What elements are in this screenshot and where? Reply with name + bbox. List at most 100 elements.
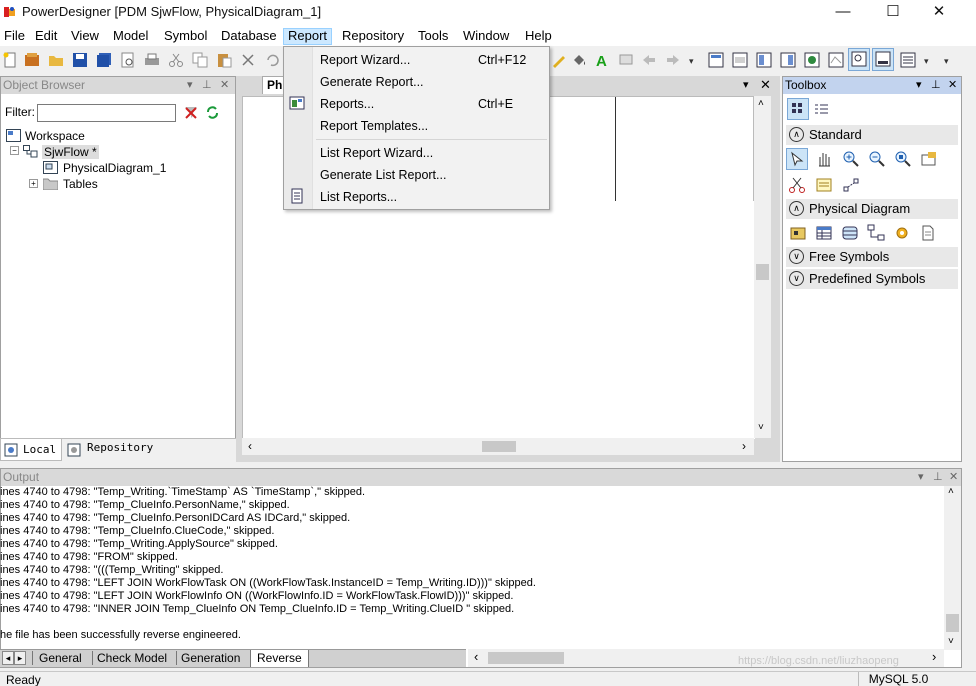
- format-painter-icon[interactable]: [618, 52, 634, 68]
- tab-check-model[interactable]: Check Model: [92, 651, 171, 665]
- menu-tools[interactable]: Tools: [414, 28, 452, 45]
- output-close-icon[interactable]: ✕: [949, 469, 958, 485]
- collapse-toggle-icon[interactable]: −: [10, 146, 19, 155]
- menu-report[interactable]: Report: [283, 28, 333, 45]
- output-pin-icon[interactable]: ⊥: [933, 469, 943, 485]
- output-scroll-thumb[interactable]: [946, 614, 959, 632]
- toolbox-menu-icon[interactable]: ▾: [916, 77, 922, 93]
- menu-window[interactable]: Window: [459, 28, 513, 45]
- toolbox-section-standard[interactable]: ∧ Standard: [786, 125, 958, 145]
- output-scroll-down-icon[interactable]: ˅: [948, 636, 954, 647]
- h-scroll-thumb[interactable]: [482, 441, 516, 452]
- tree-item-tables[interactable]: Tables: [63, 177, 98, 191]
- output-menu-icon[interactable]: ▾: [918, 469, 924, 485]
- toolbar-overflow-3-icon[interactable]: ▾: [944, 56, 949, 67]
- menu-file[interactable]: File: [0, 28, 29, 45]
- properties-icon[interactable]: [920, 150, 938, 168]
- panel-menu-icon[interactable]: ▾: [187, 77, 193, 93]
- pin-icon[interactable]: ⊥: [202, 77, 212, 93]
- menu-model[interactable]: Model: [109, 28, 152, 45]
- view-icon[interactable]: [841, 224, 859, 242]
- menu-item-list-report-wizard[interactable]: List Report Wizard...: [320, 146, 433, 160]
- scroll-thumb[interactable]: [756, 264, 769, 280]
- diagram-close-icon[interactable]: ✕: [760, 77, 771, 93]
- tree-item-workspace[interactable]: Workspace: [25, 129, 85, 143]
- view-option-4-icon[interactable]: [780, 52, 796, 68]
- note-icon[interactable]: [815, 176, 833, 194]
- new-icon[interactable]: [2, 52, 18, 68]
- toolbox-section-physical-diagram[interactable]: ∧ Physical Diagram: [786, 199, 958, 219]
- procedure-icon[interactable]: [893, 224, 911, 242]
- tab-repository[interactable]: Repository: [87, 441, 153, 454]
- tab-scroll-right-icon[interactable]: ▸: [14, 651, 26, 665]
- tab-scroll-left-icon[interactable]: ◂: [2, 651, 14, 665]
- menu-item-report-wizard[interactable]: Report Wizard...: [320, 53, 410, 67]
- toolbox-large-icons-button[interactable]: [787, 98, 809, 120]
- scroll-left-icon[interactable]: ‹: [248, 439, 252, 453]
- scroll-right-icon[interactable]: ›: [742, 439, 746, 453]
- table-icon[interactable]: [815, 224, 833, 242]
- file-icon[interactable]: [919, 224, 937, 242]
- diagram-menu-icon[interactable]: ▾: [743, 78, 749, 91]
- tree-item-diagram[interactable]: PhysicalDiagram_1: [63, 161, 166, 175]
- menu-item-list-reports[interactable]: List Reports...: [320, 190, 397, 204]
- list-view-icon[interactable]: [814, 102, 829, 117]
- new-model-icon[interactable]: [24, 52, 40, 68]
- output-vertical-scrollbar[interactable]: ˄ ˅: [944, 486, 961, 650]
- view-toggle-active[interactable]: [848, 48, 870, 71]
- view-option-1-icon[interactable]: [708, 52, 724, 68]
- pointer-tool[interactable]: [786, 148, 808, 170]
- zoom-in-icon[interactable]: [842, 150, 860, 168]
- font-color-icon[interactable]: A: [594, 52, 610, 68]
- zoom-out-icon[interactable]: [868, 150, 886, 168]
- toolbar-overflow-icon[interactable]: ▾: [689, 56, 694, 67]
- fill-color-icon[interactable]: [571, 52, 587, 68]
- menu-database[interactable]: Database: [217, 28, 281, 45]
- expand-toggle-icon[interactable]: +: [29, 179, 38, 188]
- hand-icon[interactable]: [815, 150, 833, 168]
- menu-item-reports[interactable]: Reports...: [320, 97, 374, 111]
- menu-repository[interactable]: Repository: [338, 28, 408, 45]
- scissors-icon[interactable]: [788, 176, 806, 194]
- menu-item-generate-list-report[interactable]: Generate List Report...: [320, 168, 446, 182]
- menu-item-report-templates[interactable]: Report Templates...: [320, 119, 428, 133]
- link-icon[interactable]: [842, 176, 860, 194]
- panel-close-icon[interactable]: ✕: [220, 77, 229, 93]
- package-icon[interactable]: [789, 224, 807, 242]
- output-h-scroll-thumb[interactable]: [488, 652, 564, 664]
- minimize-button[interactable]: —: [820, 0, 866, 26]
- menu-symbol[interactable]: Symbol: [160, 28, 211, 45]
- toolbox-section-predefined-symbols[interactable]: ∨ Predefined Symbols: [786, 269, 958, 289]
- pencil-icon[interactable]: [551, 52, 567, 68]
- scroll-down-icon[interactable]: ˅: [758, 422, 764, 433]
- result-list-icon[interactable]: [900, 52, 916, 68]
- menu-view[interactable]: View: [67, 28, 103, 45]
- cut-icon[interactable]: [168, 52, 184, 68]
- output-scroll-left-icon[interactable]: ‹: [474, 649, 478, 664]
- filter-input[interactable]: [37, 104, 176, 122]
- undo-icon[interactable]: [264, 52, 280, 68]
- scroll-up-icon[interactable]: ˄: [758, 98, 764, 109]
- print-preview-icon[interactable]: [120, 52, 136, 68]
- output-scroll-right-icon[interactable]: ›: [932, 649, 936, 664]
- tree-item-model[interactable]: SjwFlow *: [42, 145, 99, 159]
- output-scroll-up-icon[interactable]: ˄: [948, 486, 954, 497]
- save-all-icon[interactable]: [96, 52, 112, 68]
- view-option-6-icon[interactable]: [828, 52, 844, 68]
- tab-general[interactable]: General: [32, 651, 88, 665]
- output-toggle-active[interactable]: [872, 48, 894, 71]
- refresh-icon[interactable]: [205, 105, 220, 120]
- back-icon[interactable]: [641, 52, 657, 68]
- toolbox-section-free-symbols[interactable]: ∨ Free Symbols: [786, 247, 958, 267]
- maximize-button[interactable]: ☐: [870, 0, 916, 26]
- forward-icon[interactable]: [665, 52, 681, 68]
- tab-reverse[interactable]: Reverse: [250, 650, 309, 667]
- toolbox-pin-icon[interactable]: ⊥: [931, 77, 941, 93]
- vertical-scrollbar[interactable]: ˄ ˅: [754, 96, 771, 438]
- view-option-2-icon[interactable]: [732, 52, 748, 68]
- tab-generation[interactable]: Generation: [176, 651, 244, 665]
- paste-icon[interactable]: [216, 52, 232, 68]
- menu-item-generate-report[interactable]: Generate Report...: [320, 75, 424, 89]
- close-button[interactable]: ✕: [916, 0, 962, 26]
- copy-icon[interactable]: [192, 52, 208, 68]
